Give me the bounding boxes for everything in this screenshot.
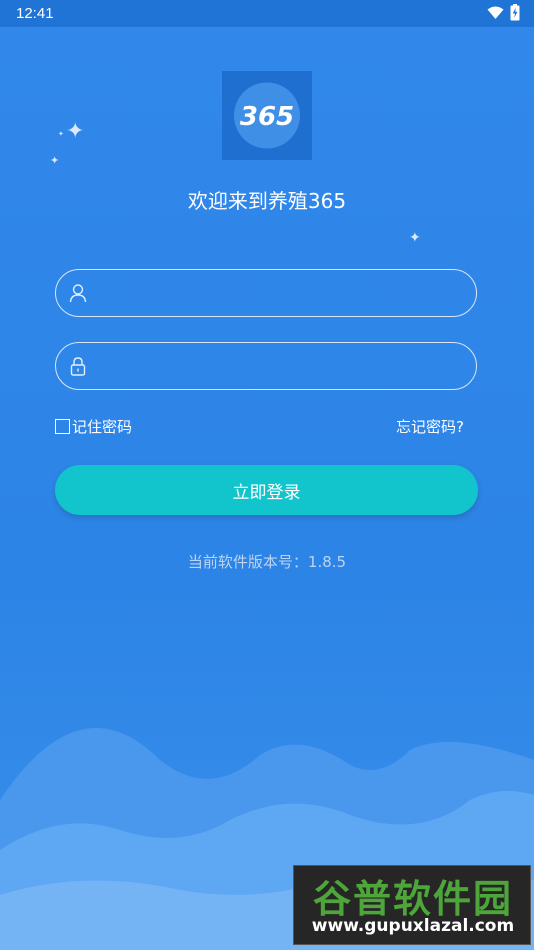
sparkle-icon: ✦ — [66, 119, 85, 144]
lock-icon — [70, 357, 86, 376]
password-input[interactable] — [100, 351, 464, 383]
remember-password-checkbox[interactable] — [55, 419, 70, 434]
username-input[interactable] — [100, 278, 464, 310]
battery-charging-icon — [510, 4, 520, 21]
sparkle-icon: ✦ — [58, 130, 64, 138]
sparkle-icon: ✦ — [50, 154, 60, 167]
version-text: 当前软件版本号：1.8.5 — [187, 553, 347, 571]
watermark-title: 谷普软件园 — [312, 877, 513, 921]
user-icon — [69, 284, 87, 303]
welcome-title: 欢迎来到养殖365 — [187, 189, 347, 213]
login-screen: ✦ ✦ ✦ ✦ 365 欢迎来到养殖365 记住密码 忘记密码? 立即登录 当前… — [0, 27, 534, 950]
status-time: 12:41 — [16, 5, 54, 22]
wifi-icon — [487, 6, 504, 19]
password-field[interactable] — [55, 342, 477, 390]
forgot-password-link[interactable]: 忘记密码? — [396, 416, 464, 437]
watermark-url: www.gupuxlazal.com — [311, 916, 515, 936]
status-icons — [487, 4, 520, 21]
app-logo: 365 — [222, 71, 312, 160]
sparkle-icon: ✦ — [409, 230, 421, 246]
app-logo-text: 365 — [240, 102, 294, 132]
remember-password-label: 记住密码 — [72, 418, 133, 436]
status-bar: 12:41 — [0, 0, 534, 27]
watermark-badge: 谷普软件园 www.gupuxlazal.com — [293, 865, 531, 945]
username-field[interactable] — [55, 269, 477, 317]
remember-password-toggle[interactable]: 记住密码 — [55, 416, 132, 437]
login-button[interactable]: 立即登录 — [55, 465, 478, 515]
